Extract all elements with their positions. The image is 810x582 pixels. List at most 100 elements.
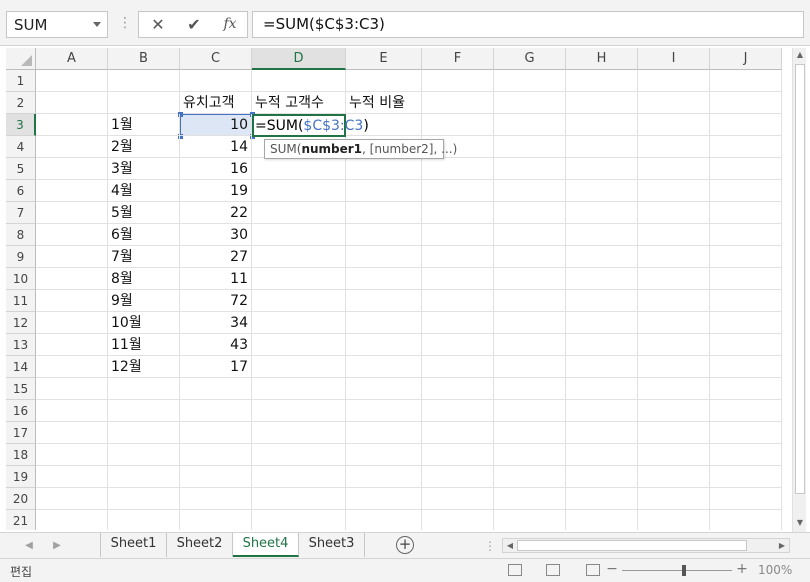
grid-cell[interactable] <box>638 444 710 466</box>
customer-count-cell[interactable]: 14 <box>180 136 252 158</box>
grid-cell[interactable] <box>638 510 710 530</box>
month-cell[interactable]: 10월 <box>108 312 180 334</box>
grid-cell[interactable] <box>252 378 346 400</box>
grid-cell[interactable] <box>494 268 566 290</box>
grid-cell[interactable] <box>36 290 108 312</box>
enter-icon[interactable]: ✔ <box>177 12 211 37</box>
grid-cell[interactable] <box>494 158 566 180</box>
customer-count-cell[interactable]: 16 <box>180 158 252 180</box>
grid-cell[interactable] <box>638 378 710 400</box>
zoom-slider[interactable] <box>622 570 732 571</box>
grid-cell[interactable] <box>494 334 566 356</box>
grid-cell[interactable] <box>710 334 782 356</box>
grid-cell[interactable] <box>710 378 782 400</box>
formula-input[interactable]: =SUM($C$3:C3) <box>252 11 804 38</box>
grid-cell[interactable] <box>710 224 782 246</box>
grid-cell[interactable] <box>566 422 638 444</box>
vertical-scrollbar[interactable]: ▲ ▼ <box>792 48 806 532</box>
grid-cell[interactable] <box>36 114 108 136</box>
customer-count-cell[interactable]: 19 <box>180 180 252 202</box>
grid-cell[interactable] <box>180 444 252 466</box>
column-header[interactable]: I <box>638 48 710 70</box>
grid-cell[interactable] <box>710 356 782 378</box>
grid-cell[interactable] <box>36 268 108 290</box>
row-header[interactable]: 2 <box>6 92 36 114</box>
grid-cell[interactable] <box>346 70 422 92</box>
grid-cell[interactable] <box>422 334 494 356</box>
grid-cell[interactable] <box>494 488 566 510</box>
month-cell[interactable]: 6월 <box>108 224 180 246</box>
grid-cell[interactable] <box>638 246 710 268</box>
grid-cell[interactable] <box>252 202 346 224</box>
sheet-tab-sheet2[interactable]: Sheet2 <box>167 533 233 557</box>
grid-cell[interactable] <box>710 246 782 268</box>
grid-cell[interactable] <box>566 70 638 92</box>
grid-cell[interactable] <box>346 356 422 378</box>
grid-cell[interactable] <box>566 136 638 158</box>
grid-cell[interactable] <box>494 312 566 334</box>
grid-cell[interactable] <box>108 92 180 114</box>
grid-cell[interactable] <box>346 224 422 246</box>
header-cell-customers[interactable]: 유치고객 <box>180 92 252 114</box>
column-header[interactable]: E <box>346 48 422 70</box>
tab-splitter-icon[interactable]: ⋮ <box>484 537 496 555</box>
grid-cell[interactable] <box>422 422 494 444</box>
month-cell[interactable]: 7월 <box>108 246 180 268</box>
grid-cell[interactable] <box>566 312 638 334</box>
name-box[interactable]: SUM <box>6 11 108 38</box>
grid-cell[interactable] <box>36 356 108 378</box>
grid-cell[interactable] <box>422 312 494 334</box>
grid-cell[interactable] <box>108 510 180 530</box>
zoom-in-icon[interactable]: + <box>736 561 748 577</box>
grid-cell[interactable] <box>36 334 108 356</box>
grid-cell[interactable] <box>252 70 346 92</box>
grid-cell[interactable] <box>638 114 710 136</box>
grid-cell[interactable] <box>422 180 494 202</box>
grid-cell[interactable] <box>180 510 252 530</box>
row-header[interactable]: 19 <box>6 466 36 488</box>
grid-cell[interactable] <box>566 356 638 378</box>
grid-cell[interactable] <box>422 488 494 510</box>
grid-cell[interactable] <box>422 224 494 246</box>
grid-cell[interactable] <box>710 444 782 466</box>
grid-cell[interactable] <box>710 312 782 334</box>
customer-count-cell[interactable]: 30 <box>180 224 252 246</box>
grid-cell[interactable] <box>422 378 494 400</box>
grid-cell[interactable] <box>638 92 710 114</box>
customer-count-cell[interactable]: 10 <box>180 114 252 136</box>
grid-cell[interactable] <box>346 268 422 290</box>
grid-cell[interactable] <box>638 202 710 224</box>
grid-cell[interactable] <box>346 510 422 530</box>
grid-cell[interactable] <box>252 510 346 530</box>
grid-cell[interactable] <box>252 400 346 422</box>
grid-cell[interactable] <box>346 422 422 444</box>
grid-cell[interactable] <box>638 224 710 246</box>
next-sheet-icon[interactable]: ▶ <box>50 537 64 555</box>
grid-cell[interactable] <box>422 246 494 268</box>
grid-cell[interactable] <box>494 224 566 246</box>
grid-cell[interactable] <box>494 466 566 488</box>
row-header[interactable]: 6 <box>6 180 36 202</box>
grid-cell[interactable] <box>638 290 710 312</box>
zoom-out-icon[interactable]: − <box>606 561 618 577</box>
row-header[interactable]: 11 <box>6 290 36 312</box>
grid-cell[interactable] <box>638 268 710 290</box>
row-header[interactable]: 5 <box>6 158 36 180</box>
insert-function-icon[interactable]: fx <box>213 12 247 37</box>
grid-cell[interactable] <box>422 400 494 422</box>
grid-cell[interactable] <box>108 466 180 488</box>
grid-cell[interactable] <box>638 488 710 510</box>
grid-cell[interactable] <box>710 202 782 224</box>
row-header[interactable]: 20 <box>6 488 36 510</box>
grid-cell[interactable] <box>494 356 566 378</box>
customer-count-cell[interactable]: 34 <box>180 312 252 334</box>
grid-cell[interactable] <box>710 466 782 488</box>
grid-cell[interactable] <box>494 202 566 224</box>
grid-cell[interactable] <box>422 92 494 114</box>
grid-cell[interactable] <box>710 400 782 422</box>
row-header[interactable]: 15 <box>6 378 36 400</box>
customer-count-cell[interactable]: 17 <box>180 356 252 378</box>
grid-cell[interactable] <box>36 202 108 224</box>
customer-count-cell[interactable]: 72 <box>180 290 252 312</box>
row-header[interactable]: 3 <box>6 114 36 136</box>
